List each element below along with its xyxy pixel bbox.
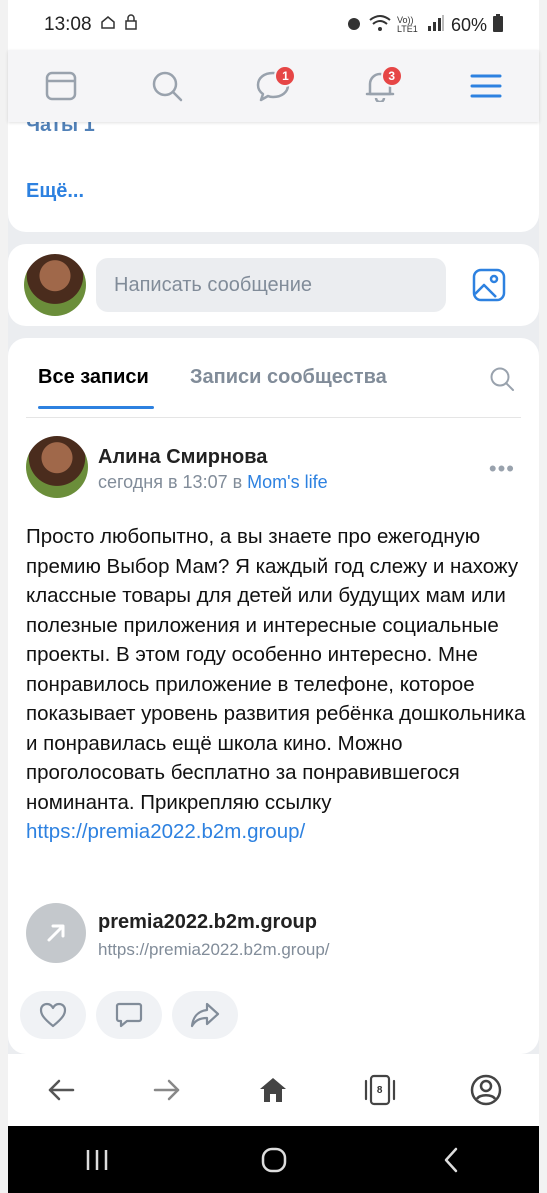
post-more-button[interactable]: ••• <box>489 456 515 482</box>
status-bar: 13:08 Vo)) LTE1 60% <box>8 0 539 50</box>
compose-card: Написать сообщение <box>8 244 539 326</box>
tab-count: 8 <box>376 1084 383 1096</box>
more-link[interactable]: Ещё... <box>26 180 84 203</box>
status-time: 13:08 <box>44 14 92 35</box>
signal-icon <box>427 14 445 36</box>
post-author[interactable]: Алина Смирнова <box>98 446 267 469</box>
recent-apps-button[interactable] <box>72 1135 122 1185</box>
attachment-subtitle: https://premia2022.b2m.group/ <box>98 940 330 959</box>
home-status-icon <box>100 14 116 36</box>
tab-community-posts[interactable]: Записи сообщества <box>190 366 387 389</box>
search-nav-button[interactable] <box>142 61 192 111</box>
messages-nav-button[interactable]: 1 <box>248 61 298 111</box>
browser-tabs-button[interactable]: 8 <box>357 1067 403 1113</box>
search-icon <box>153 71 183 102</box>
notifications-badge: 3 <box>380 65 403 87</box>
like-button[interactable] <box>20 991 86 1039</box>
link-attachment[interactable]: premia2022.b2m.group https://premia2022.… <box>26 903 521 967</box>
post-url-link[interactable]: https://premia2022.b2m.group/ <box>26 820 305 843</box>
post-group-link[interactable]: Mom's life <box>247 472 327 492</box>
active-tab-indicator <box>38 406 154 409</box>
wifi-icon <box>369 14 391 37</box>
browser-forward-button[interactable] <box>144 1067 190 1113</box>
feed-search-button[interactable] <box>489 366 515 392</box>
network-label: Vo)) LTE1 <box>396 15 418 34</box>
feed-card: Все записи Записи сообщества Алина Смирн… <box>8 338 539 1054</box>
comment-button[interactable] <box>96 991 162 1039</box>
heart-icon <box>39 1002 67 1028</box>
comment-icon <box>115 1002 143 1028</box>
feed-nav-button[interactable] <box>36 61 86 111</box>
arrow-left-icon <box>48 1079 75 1101</box>
compose-placeholder: Написать сообщение <box>114 273 313 296</box>
post-header: Алина Смирнова сегодня в 13:07 в Mom's l… <box>26 436 521 500</box>
arrow-right-icon <box>154 1079 180 1101</box>
lock-status-icon <box>124 14 138 36</box>
post-actions <box>20 991 238 1039</box>
compose-message-input[interactable]: Написать сообщение <box>96 258 446 312</box>
home-icon <box>260 1078 287 1102</box>
feed-tabs: Все записи Записи сообщества <box>26 338 521 418</box>
menu-nav-button[interactable] <box>461 61 511 111</box>
post-time: сегодня в 13:07 в <box>98 472 248 492</box>
browser-toolbar: 8 <box>8 1054 539 1126</box>
user-avatar[interactable] <box>24 254 86 316</box>
attach-photo-button[interactable] <box>469 265 509 305</box>
author-avatar[interactable] <box>26 436 88 498</box>
post-meta: сегодня в 13:07 в Mom's life <box>98 472 328 493</box>
alarm-icon <box>345 14 363 37</box>
post-body: Просто любопытно, а вы знаете про ежегод… <box>26 522 527 847</box>
recents-icon <box>86 1149 107 1170</box>
battery-label: 60% <box>450 14 487 35</box>
attachment-title: premia2022.b2m.group <box>98 911 317 933</box>
notifications-nav-button[interactable]: 3 <box>355 61 405 111</box>
browser-home-button[interactable] <box>250 1067 296 1113</box>
hamburger-icon <box>470 74 502 98</box>
browser-account-button[interactable] <box>463 1067 509 1113</box>
browser-back-button[interactable] <box>38 1067 84 1113</box>
external-link-icon <box>26 903 86 963</box>
battery-icon <box>493 13 503 37</box>
post-text: Просто любопытно, а вы знаете про ежегод… <box>26 525 526 814</box>
system-home-button[interactable] <box>249 1135 299 1185</box>
search-icon <box>490 367 514 391</box>
tab-all-posts[interactable]: Все записи <box>38 366 149 389</box>
account-icon <box>470 1074 502 1106</box>
feed-icon <box>45 71 77 101</box>
top-nav: 1 3 <box>8 50 539 122</box>
home-circle-icon <box>261 1147 286 1172</box>
image-icon <box>472 268 506 302</box>
share-button[interactable] <box>172 991 238 1039</box>
system-nav-bar <box>8 1126 539 1193</box>
messages-badge: 1 <box>274 65 297 87</box>
system-back-button[interactable] <box>426 1135 476 1185</box>
share-icon <box>190 1002 220 1028</box>
chevron-left-icon <box>444 1147 457 1172</box>
